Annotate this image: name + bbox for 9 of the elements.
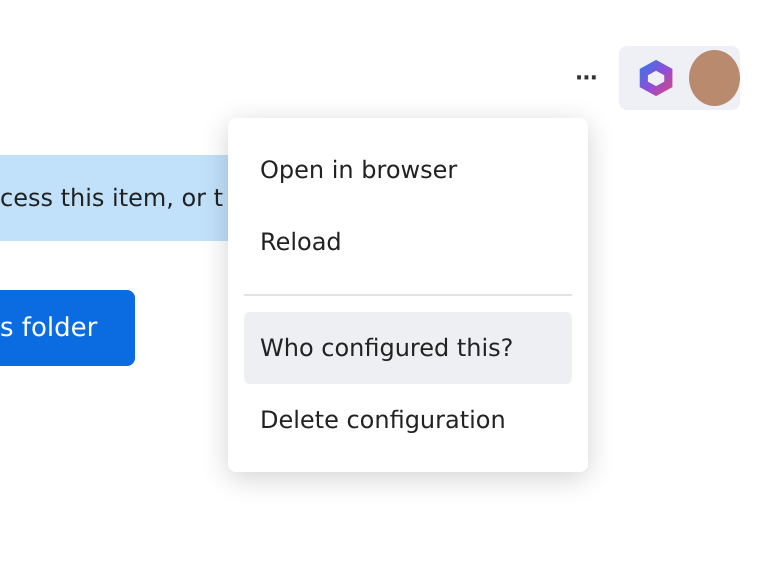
menu-item[interactable]: Reload <box>244 206 572 278</box>
more-options-button[interactable]: ··· <box>570 66 601 90</box>
account-button[interactable] <box>619 46 740 110</box>
menu-item[interactable]: Who configured this? <box>244 312 572 384</box>
menu-item[interactable]: Delete configuration <box>244 384 572 456</box>
banner-text: cess this item, or t <box>0 184 224 212</box>
folder-button[interactable]: s folder <box>0 290 135 366</box>
menu-item[interactable]: Open in browser <box>244 134 572 206</box>
avatar[interactable] <box>689 50 740 106</box>
